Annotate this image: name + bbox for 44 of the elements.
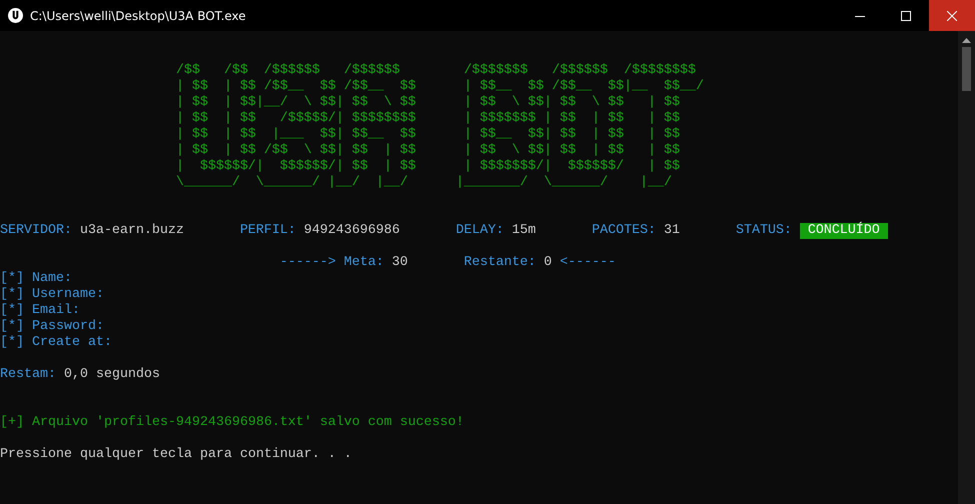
bullet-marker: [*] bbox=[0, 271, 24, 287]
ascii-art-line: | $$ | $$ /$$ \ $$| $$ | $$ | $$ \ $$| $$ | $$ | $$ bbox=[176, 143, 680, 159]
goal-label: ------> Meta: bbox=[280, 255, 384, 271]
timer-value: 0,0 segundos bbox=[64, 367, 160, 383]
stat-value: 15m bbox=[512, 223, 536, 239]
maximize-icon bbox=[901, 10, 911, 20]
ascii-art-line: | $$ | $$|__/ \ $$| $$ \ $$ | $$ \ $$| $$ \ $$ | $$ bbox=[176, 95, 680, 111]
window-title: C:\Users\welli\Desktop\U3A BOT.exe bbox=[30, 8, 247, 22]
bullet-marker: [*] bbox=[0, 335, 24, 351]
ascii-art-line: /$$ /$$ /$$$$$$ /$$$$$$ /$$$$$$$ /$$$$$$ /$$$$$$$$ bbox=[176, 63, 696, 79]
field-label: Password: bbox=[32, 319, 104, 335]
ascii-art-line: | $$ | $$ /$$__ $$ /$$__ $$ | $$__ $$ /$$__ $$|__ $$__/ bbox=[176, 79, 704, 95]
close-icon bbox=[947, 10, 957, 20]
stat-label: PACOTES: bbox=[592, 223, 656, 239]
scroll-up-icon[interactable] bbox=[962, 37, 971, 43]
stat-label: PERFIL: bbox=[240, 223, 296, 239]
ascii-art-line: | $$$$$$/| $$$$$$/| $$ | $$ | $$$$$$$/| $$$$$$/ | $$ bbox=[176, 159, 680, 175]
ascii-art-line: | $$ | $$ |___ $$| $$__ $$ | $$__ $$| $$ | $$ | $$ bbox=[176, 127, 680, 143]
arrow-text: <------ bbox=[560, 255, 616, 271]
app-icon bbox=[8, 8, 23, 23]
goal-value: 30 bbox=[392, 255, 408, 271]
stat-value: 949243696986 bbox=[304, 223, 400, 239]
field-label: Username: bbox=[32, 287, 104, 303]
stat-label: DELAY: bbox=[456, 223, 504, 239]
scrollbar[interactable] bbox=[958, 31, 975, 504]
field-label: Create at: bbox=[32, 335, 112, 351]
remaining-value: 0 bbox=[544, 255, 552, 271]
timer-label: Restam: bbox=[0, 367, 56, 383]
stat-value: 31 bbox=[664, 223, 680, 239]
ascii-art-line: | $$ | $$ /$$$$$/| $$$$$$$$ | $$$$$$$ | $$ | $$ | $$ bbox=[176, 111, 680, 127]
success-message: [+] Arquivo 'profiles-949243696986.txt' salvo com sucesso! bbox=[0, 415, 464, 431]
stat-value: u3a-earn.buzz bbox=[80, 223, 184, 239]
bullet-marker: [*] bbox=[0, 303, 24, 319]
remaining-label: Restante: bbox=[464, 255, 536, 271]
field-label: Name: bbox=[32, 271, 72, 287]
stat-label: SERVIDOR: bbox=[0, 223, 72, 239]
bullet-marker: [*] bbox=[0, 287, 24, 303]
bullet-marker: [*] bbox=[0, 319, 24, 335]
ascii-art-line: \______/ \______/ |__/ |__/ |_______/ \______/ |__/ bbox=[176, 175, 672, 191]
stat-label: STATUS: bbox=[736, 223, 792, 239]
prompt-text: Pressione qualquer tecla para continuar. . . bbox=[0, 447, 352, 463]
field-label: Email: bbox=[32, 303, 80, 319]
status-badge: CONCLUÍDO bbox=[800, 223, 888, 239]
scrollbar-thumb[interactable] bbox=[962, 47, 971, 91]
